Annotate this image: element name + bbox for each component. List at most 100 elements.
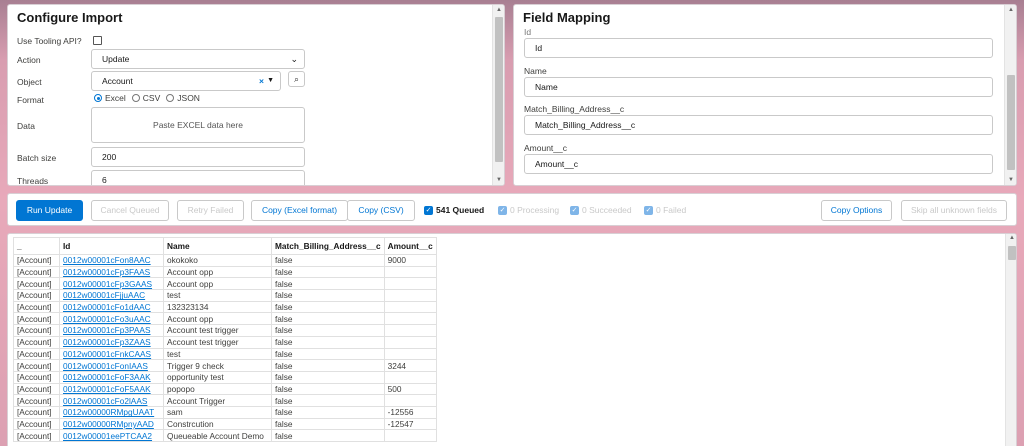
row-object-cell: [Account] — [13, 347, 60, 361]
batch-size-label: Batch size — [17, 153, 57, 163]
object-search-button[interactable]: ⌕ — [288, 71, 305, 87]
table-row: [Account] 0012w00001cFo3uAAC Account opp fa… — [13, 312, 437, 326]
tooling-label: Use Tooling API? — [17, 36, 82, 46]
row-id-link[interactable]: 0012w00001eePTCAA2 — [59, 429, 164, 442]
mapping-field-name[interactable]: Name — [524, 77, 993, 97]
table-row: [Account] 0012w00000RMpnyAAD Constrcution f… — [13, 417, 437, 431]
mapping-field-match[interactable]: Match_Billing_Address__c — [524, 115, 993, 135]
panel-title: Field Mapping — [523, 10, 611, 25]
clear-icon[interactable]: × — [259, 72, 264, 90]
action-select[interactable]: Update ⌄ — [91, 49, 305, 69]
row-id-link[interactable]: 0012w00001cFp3ZAAS — [59, 335, 164, 349]
row-amount-cell — [383, 347, 437, 361]
data-textarea[interactable]: Paste EXCEL data here — [91, 107, 305, 143]
column-header[interactable]: Name — [163, 237, 272, 255]
table-row: [Account] 0012w00001cFoF3AAK opportunity t… — [13, 370, 437, 384]
row-name-cell: Account Trigger — [163, 394, 272, 407]
column-header[interactable]: _ — [13, 237, 60, 255]
column-header[interactable]: Amount__c — [383, 237, 437, 255]
table-row: [Account] 0012w00001cFonIAAS Trigger 9 che… — [13, 359, 437, 372]
row-id-link[interactable]: 0012w00001cFo3uAAC — [59, 312, 164, 326]
table-scrollbar[interactable]: ▲ — [1005, 234, 1016, 446]
batch-size-input[interactable]: 200 — [91, 147, 305, 167]
scroll-down-icon[interactable]: ▼ — [1005, 177, 1016, 183]
row-object-cell: [Account] — [13, 370, 60, 384]
row-id-link[interactable]: 0012w00001cFp3GAAS — [59, 277, 164, 291]
column-header[interactable]: Match_Billing_Address__c — [271, 237, 385, 255]
table-row: [Account] 0012w00001cFon8AAC okokoko false 9… — [13, 254, 437, 267]
row-match-cell: false — [271, 289, 385, 302]
copy-csv-button[interactable]: Copy (CSV) — [347, 200, 415, 221]
caret-down-icon[interactable]: ▼ — [267, 72, 274, 90]
row-object-cell: [Account] — [13, 324, 60, 337]
config-scrollbar[interactable]: ▲ ▼ — [492, 5, 504, 185]
row-name-cell: Account opp — [163, 265, 272, 279]
scroll-thumb[interactable] — [1008, 246, 1016, 260]
row-match-cell: false — [271, 429, 385, 442]
cancel-queued-button[interactable]: Cancel Queued — [91, 200, 169, 221]
format-json-radio[interactable]: JSON — [166, 93, 200, 103]
scroll-up-icon[interactable]: ▲ — [493, 7, 504, 13]
row-id-link[interactable]: 0012w00001cFoF3AAK — [59, 370, 164, 384]
row-id-link[interactable]: 0012w00001cFonIAAS — [59, 359, 164, 372]
row-amount-cell: -12556 — [383, 405, 437, 419]
copy-options-button[interactable]: Copy Options — [821, 200, 892, 221]
tooling-checkbox[interactable] — [93, 36, 102, 45]
table-row: [Account] 0012w00001cFp3GAAS Account opp fa… — [13, 277, 437, 291]
object-label: Object — [17, 77, 42, 87]
scroll-up-icon[interactable]: ▲ — [1006, 235, 1016, 241]
row-id-link[interactable]: 0012w00000RMpnyAAD — [59, 417, 164, 431]
queued-filter[interactable]: ✓ 541 Queued — [424, 205, 484, 215]
scroll-thumb[interactable] — [1007, 75, 1015, 170]
row-id-link[interactable]: 0012w00001cFoF5AAK — [59, 382, 164, 396]
format-csv-radio[interactable]: CSV — [131, 93, 160, 103]
row-match-cell: false — [271, 347, 385, 361]
row-name-cell: test — [163, 289, 272, 302]
object-combobox[interactable]: Account × ▼ — [91, 71, 281, 91]
processing-filter[interactable]: ✓ 0 Processing — [498, 205, 559, 215]
action-value: Update — [102, 54, 130, 64]
run-update-button[interactable]: Run Update — [16, 200, 83, 221]
configure-import-panel: Configure Import Use Tooling API? Action… — [7, 4, 505, 186]
row-match-cell: false — [271, 335, 385, 349]
row-id-link[interactable]: 0012w00001cFp3PAAS — [59, 324, 164, 337]
mapping-label-match: Match_Billing_Address__c — [524, 104, 625, 114]
scroll-down-icon[interactable]: ▼ — [493, 177, 504, 183]
row-id-link[interactable]: 0012w00001cFjjuAAC — [59, 289, 164, 302]
mapping-field-amount[interactable]: Amount__c — [524, 154, 993, 174]
row-amount-cell: -12547 — [383, 417, 437, 431]
check-icon: ✓ — [644, 205, 653, 215]
row-name-cell: opportunity test — [163, 370, 272, 384]
row-match-cell: false — [271, 370, 385, 384]
scroll-thumb[interactable] — [495, 17, 503, 162]
column-header[interactable]: Id — [59, 237, 164, 255]
row-id-link[interactable]: 0012w00001cFnkCAAS — [59, 347, 164, 361]
row-object-cell: [Account] — [13, 394, 60, 407]
results-panel: _ Id Name Match_Billing_Address__c Amoun… — [7, 233, 1017, 446]
skip-unknown-fields-button[interactable]: Skip all unknown fields — [901, 200, 1007, 221]
succeeded-filter[interactable]: ✓ 0 Succeeded — [570, 205, 632, 215]
row-object-cell: [Account] — [13, 382, 60, 396]
table-row: [Account] 0012w00001cFo1dAAC 132323134 fals… — [13, 300, 437, 314]
table-row: [Account] 0012w00001cFoF5AAK popopo false 50… — [13, 382, 437, 396]
row-match-cell: false — [271, 417, 385, 431]
scroll-up-icon[interactable]: ▲ — [1005, 7, 1016, 13]
row-id-link[interactable]: 0012w00001cFp3FAAS — [59, 265, 164, 279]
row-object-cell: [Account] — [13, 254, 60, 267]
failed-filter[interactable]: ✓ 0 Failed — [644, 205, 686, 215]
mapping-scrollbar[interactable]: ▲ ▼ — [1004, 5, 1016, 185]
row-amount-cell — [383, 335, 437, 349]
row-name-cell: Trigger 9 check — [163, 359, 272, 372]
object-value: Account — [102, 76, 133, 86]
threads-input[interactable]: 6 — [91, 170, 305, 185]
row-name-cell: Account test trigger — [163, 324, 272, 337]
row-id-link[interactable]: 0012w00001cFo1dAAC — [59, 300, 164, 314]
row-id-link[interactable]: 0012w00000RMpgUAAT — [59, 405, 164, 419]
mapping-field-id[interactable]: Id — [524, 38, 993, 58]
copy-excel-button[interactable]: Copy (Excel format) — [251, 200, 348, 221]
retry-failed-button[interactable]: Retry Failed — [177, 200, 244, 221]
row-amount-cell — [383, 324, 437, 337]
row-id-link[interactable]: 0012w00001cFo2lAAS — [59, 394, 164, 407]
format-excel-radio[interactable]: Excel — [94, 93, 126, 103]
row-id-link[interactable]: 0012w00001cFon8AAC — [59, 254, 164, 267]
